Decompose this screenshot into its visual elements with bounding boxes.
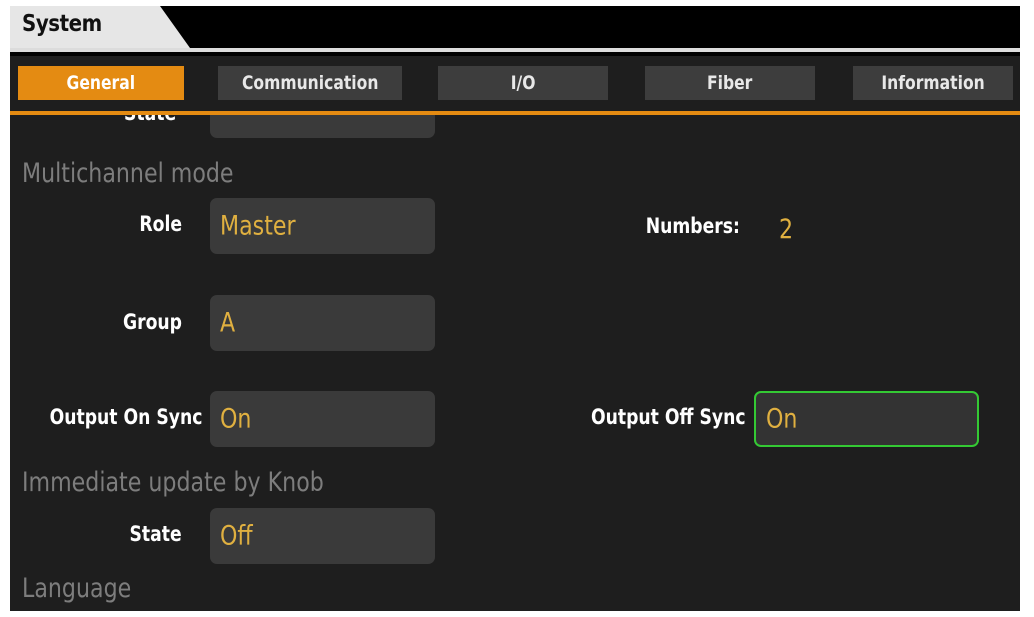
tab-io-label: I/O <box>510 72 536 94</box>
output-on-sync-label: Output On Sync <box>49 405 202 429</box>
tab-communication[interactable]: Communication <box>218 66 402 100</box>
group-value: A <box>220 307 236 339</box>
numbers-value: 2 <box>779 214 794 245</box>
role-value: Master <box>220 210 296 242</box>
group-field[interactable]: A <box>210 295 435 351</box>
knob-state-field[interactable]: Off <box>210 508 435 564</box>
tab-bar: General Communication I/O Fiber Informat… <box>10 56 1020 112</box>
title-divider <box>10 48 1020 52</box>
output-on-sync-value: On <box>220 403 252 435</box>
role-field[interactable]: Master <box>210 198 435 254</box>
tab-general[interactable]: General <box>18 66 184 100</box>
output-off-sync-value: On <box>766 403 798 435</box>
tab-fiber[interactable]: Fiber <box>645 66 815 100</box>
tab-general-label: General <box>66 72 136 94</box>
general-settings-panel: State Multichannel mode Role Master Numb… <box>10 115 1020 611</box>
output-off-sync-label: Output Off Sync <box>591 405 746 429</box>
tab-communication-label: Communication <box>241 72 379 94</box>
scrolled-state-label: State <box>124 115 176 125</box>
output-off-sync-field[interactable]: On <box>754 391 979 447</box>
tab-information-label: Information <box>881 72 985 94</box>
role-label: Role <box>139 212 182 236</box>
knob-section-title: Immediate update by Knob <box>22 467 324 498</box>
tab-fiber-label: Fiber <box>707 72 753 94</box>
multichannel-section-title: Multichannel mode <box>22 158 234 189</box>
knob-state-value: Off <box>220 520 253 552</box>
knob-state-label: State <box>129 522 182 546</box>
tab-information[interactable]: Information <box>853 66 1013 100</box>
scrolled-state-field[interactable] <box>210 115 435 138</box>
page-title: System <box>22 11 102 37</box>
title-bar: System <box>10 6 1020 52</box>
numbers-label: Numbers: <box>645 214 740 238</box>
language-section-title: Language <box>22 573 132 604</box>
output-on-sync-field[interactable]: On <box>210 391 435 447</box>
tab-io[interactable]: I/O <box>438 66 608 100</box>
system-screen: System General Communication I/O Fiber I… <box>10 6 1020 611</box>
group-label: Group <box>122 310 182 334</box>
